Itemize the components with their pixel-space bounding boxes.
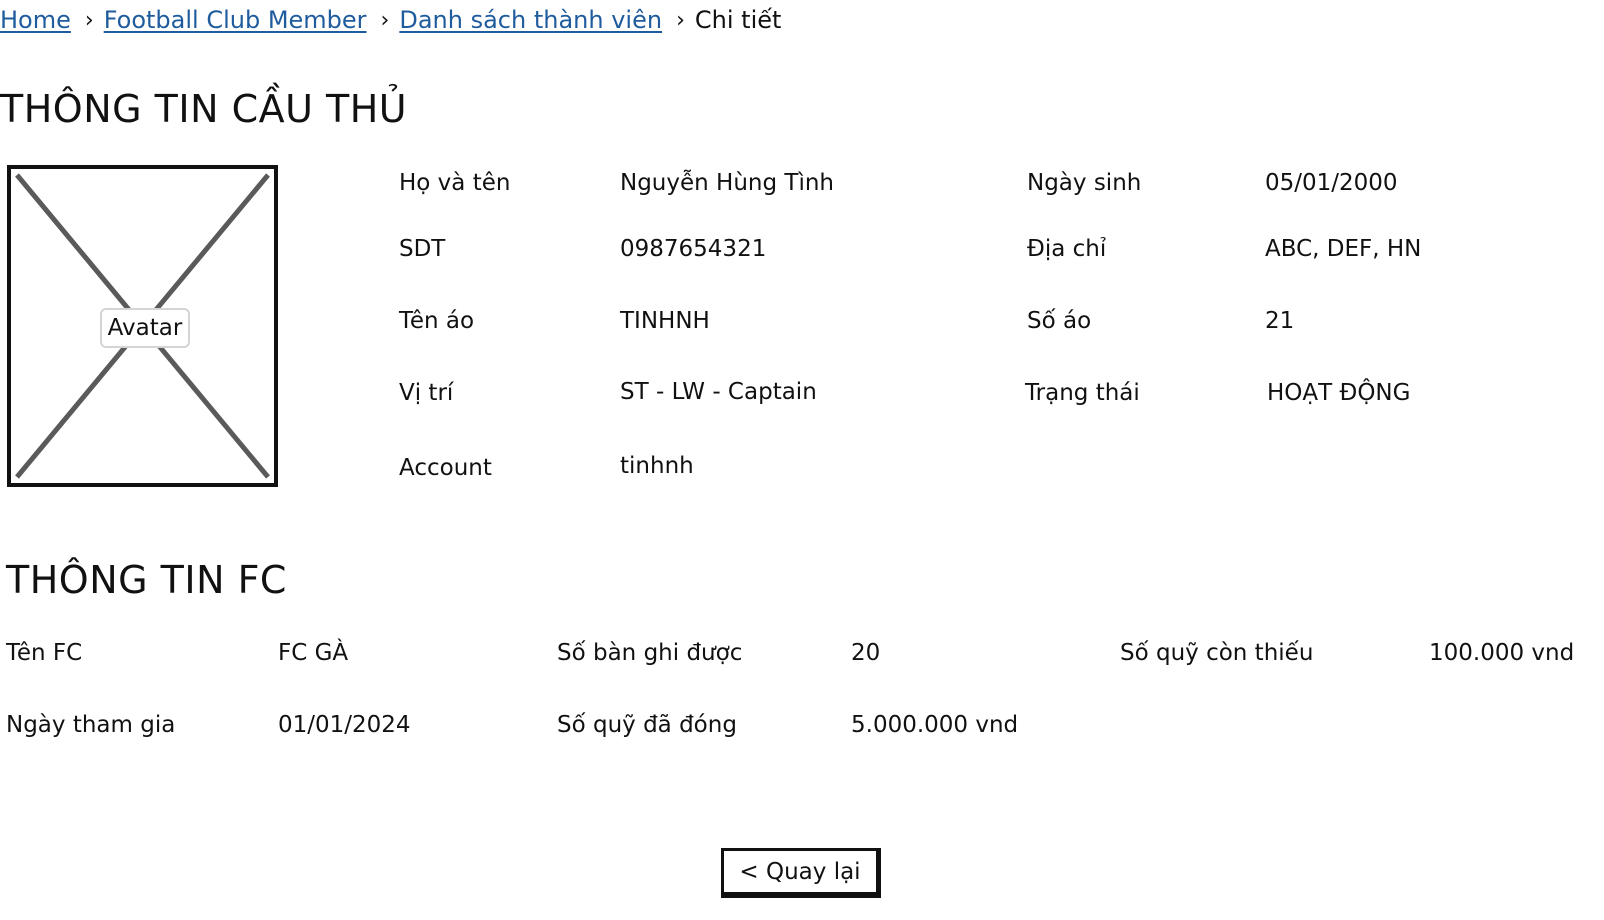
fund-paid-label: Số quỹ đã đóng — [557, 712, 737, 738]
breadcrumb-separator-icon: › — [380, 7, 390, 33]
breadcrumb-separator-icon: › — [676, 7, 685, 33]
fund-owed-value: 100.000 vnd — [1429, 640, 1575, 666]
shirt-name-label: Tên áo — [399, 308, 475, 334]
breadcrumb-member-list-link[interactable]: Danh sách thành viên — [399, 6, 662, 34]
fund-owed-label: Số quỹ còn thiếu — [1120, 640, 1314, 666]
fc-name-value: FC GÀ — [278, 640, 349, 666]
address-label: Địa chỉ — [1027, 236, 1107, 262]
fc-section-title: THÔNG TIN FC — [6, 558, 287, 602]
breadcrumb: Home › Football Club Member › Danh sách … — [0, 4, 781, 36]
shirt-number-value: 21 — [1265, 308, 1295, 334]
goals-value: 20 — [851, 640, 881, 666]
shirt-number-label: Số áo — [1027, 308, 1092, 334]
shirt-name-value: TINHNH — [620, 308, 710, 334]
status-label: Trạng thái — [1025, 380, 1140, 406]
breadcrumb-separator-icon: › — [84, 7, 94, 33]
birthday-value: 05/01/2000 — [1265, 170, 1398, 196]
avatar: Avatar — [7, 165, 278, 487]
back-button[interactable]: < Quay lại — [721, 848, 881, 898]
birthday-label: Ngày sinh — [1027, 170, 1142, 196]
player-section-title: THÔNG TIN CẦU THỦ — [0, 87, 408, 131]
fund-paid-value: 5.000.000 vnd — [851, 712, 1019, 738]
address-value: ABC, DEF, HN — [1265, 236, 1422, 262]
phone-label: SDT — [399, 236, 446, 262]
position-value: ST - LW - Captain — [620, 379, 817, 405]
account-value: tinhnh — [620, 453, 694, 479]
account-label: Account — [399, 455, 492, 481]
phone-value: 0987654321 — [620, 236, 767, 262]
goals-label: Số bàn ghi được — [557, 640, 743, 666]
position-label: Vị trí — [399, 380, 454, 406]
full-name-value: Nguyễn Hùng Tình — [620, 170, 834, 196]
breadcrumb-home-link[interactable]: Home — [0, 6, 71, 34]
full-name-label: Họ và tên — [399, 170, 511, 196]
join-date-label: Ngày tham gia — [6, 712, 176, 738]
fc-name-label: Tên FC — [6, 640, 83, 666]
join-date-value: 01/01/2024 — [278, 712, 411, 738]
breadcrumb-club-link[interactable]: Football Club Member — [104, 6, 367, 34]
avatar-label: Avatar — [100, 308, 190, 348]
status-value: HOẠT ĐỘNG — [1267, 380, 1411, 406]
breadcrumb-current: Chi tiết — [694, 6, 782, 34]
